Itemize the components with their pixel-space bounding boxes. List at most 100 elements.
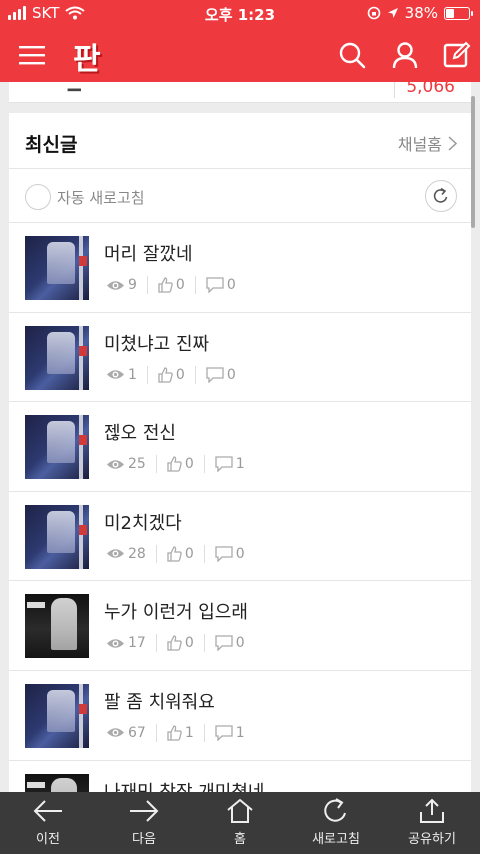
post-item[interactable]: 젢오 전신 25 0 1 [9,402,471,492]
forward-button[interactable]: 다음 [96,792,192,854]
stat-divider [203,455,205,474]
profile-button[interactable] [388,38,422,72]
status-bar: SKT 오후 1:23 38% [0,0,480,28]
like-count-value: 0 [184,635,194,652]
menu-button[interactable] [15,38,49,72]
user-icon [392,42,418,69]
refresh-row: 자동 새로고침 [9,169,471,223]
post-thumbnail[interactable] [25,594,89,659]
post-stats: 17 0 0 [106,634,245,653]
stat-divider [155,723,157,742]
reload-button[interactable]: 새로고침 [288,792,384,854]
auto-refresh-toggle[interactable]: 자동 새로고침 [25,184,145,210]
post-title[interactable]: 팔 좀 치워줘요 [104,688,215,714]
post-title[interactable]: 젢오 전신 [104,419,176,445]
eye-icon [107,280,124,290]
stat-divider [203,544,205,563]
view-count-value: 25 [128,456,146,473]
reload-label: 새로고침 [312,832,360,847]
home-button[interactable]: 홈 [192,792,288,854]
eye-icon [107,459,124,469]
eye-icon [107,728,124,738]
battery-percent: 38% [404,4,438,22]
refresh-button[interactable] [425,180,457,212]
post-thumbnail[interactable] [25,504,89,569]
auto-refresh-checkbox[interactable] [25,184,51,210]
arrow-left-icon [33,800,62,822]
post-item[interactable]: 미쳤냐고 진짜 1 0 0 [9,313,471,403]
post-item[interactable]: 나재민 착장 개미쳤네 [9,761,471,793]
like-count-value: 0 [175,277,185,293]
like-count: 0 [158,277,185,293]
post-thumbnail[interactable] [25,773,89,793]
comment-count-value: 0 [235,545,245,562]
comment-count-value: 1 [235,724,245,741]
post-item[interactable]: 미2치겠다 28 0 0 [9,492,471,582]
view-count: 1 [106,367,137,383]
battery-fill [446,8,455,18]
status-right: 38% [367,4,473,22]
like-count-value: 0 [184,545,194,562]
share-icon [420,798,444,823]
comment-count: 0 [215,635,245,652]
stat-divider [203,723,205,742]
share-button[interactable]: 공유하기 [384,792,480,854]
refresh-icon [433,187,448,203]
post-item[interactable]: 머리 잘깠네 9 0 0 [9,223,471,313]
battery-icon [444,6,473,20]
view-count: 9 [106,277,137,293]
stat-divider [155,634,157,653]
post-thumbnail[interactable] [25,325,89,390]
post-title[interactable]: 미쳤냐고 진짜 [104,330,209,356]
eye-icon [107,639,124,648]
latest-posts-header: 최신글 채널홈 [9,113,471,169]
comment-count-value: 1 [235,456,245,473]
home-label: 홈 [234,832,246,847]
scrollbar[interactable] [471,96,475,228]
post-title[interactable]: 나재민 착장 개미쳤네 [104,778,264,793]
comment-count: 0 [215,546,245,562]
channel-home-label: 채널홈 [397,135,442,154]
post-title[interactable]: 미2치겠다 [104,509,182,535]
post-item[interactable]: 팔 좀 치워줘요 67 1 1 [9,671,471,761]
comment-icon [215,546,233,562]
post-title[interactable]: 머리 잘깠네 [104,240,193,266]
like-count: 0 [167,635,194,651]
post-thumbnail[interactable] [25,415,89,480]
post-item[interactable]: 누가 이런거 입으래 17 0 0 [9,581,471,671]
thumbs-up-icon [158,366,173,383]
post-thumbnail[interactable] [25,683,89,748]
thumbs-up-icon [167,456,182,472]
app-header: 판 [0,28,480,82]
write-button[interactable] [440,38,474,72]
back-button[interactable]: 이전 [0,792,96,854]
comment-icon [215,725,233,741]
channel-home-link[interactable]: 채널홈 [398,131,457,155]
arrow-right-icon [130,800,159,822]
view-count: 17 [106,635,146,651]
thumbs-up-icon [167,635,182,652]
stat-divider [146,365,148,384]
peek-count: 5,066 [406,82,455,97]
eye-icon [107,370,124,379]
comment-count: 1 [215,456,245,473]
search-icon [339,42,366,69]
like-count: 0 [167,456,194,472]
post-title[interactable]: 누가 이런거 입으래 [104,598,248,624]
stat-divider [146,276,148,294]
browser-bottom-bar: 이전 다음 홈 새로고침 공유하기 [0,792,480,854]
like-count: 1 [167,725,194,741]
post-list: 머리 잘깠네 9 0 0 미쳤냐고 진짜 1 0 0 젢오 전신 25 0 1 미2치겠다 28 0 0 누가 … [9,223,471,793]
rotation-lock-icon [367,6,380,20]
post-stats: 1 0 0 [106,365,236,384]
post-thumbnail[interactable] [25,236,89,300]
peek-cut-text: ▔▔▔ ▁ [23,82,81,92]
stat-divider [194,365,196,384]
thumbs-up-icon [167,725,182,741]
share-label: 공유하기 [408,832,456,847]
search-button[interactable] [335,38,369,72]
view-count-value: 28 [128,545,146,562]
home-icon [227,798,253,823]
latest-posts-card: 최신글 채널홈 자동 새로고침 머리 잘깠네 9 0 0 미쳤냐고 진짜 1 0 0 젢오 전신… [9,113,471,793]
pann-logo[interactable]: 판 [73,34,101,78]
